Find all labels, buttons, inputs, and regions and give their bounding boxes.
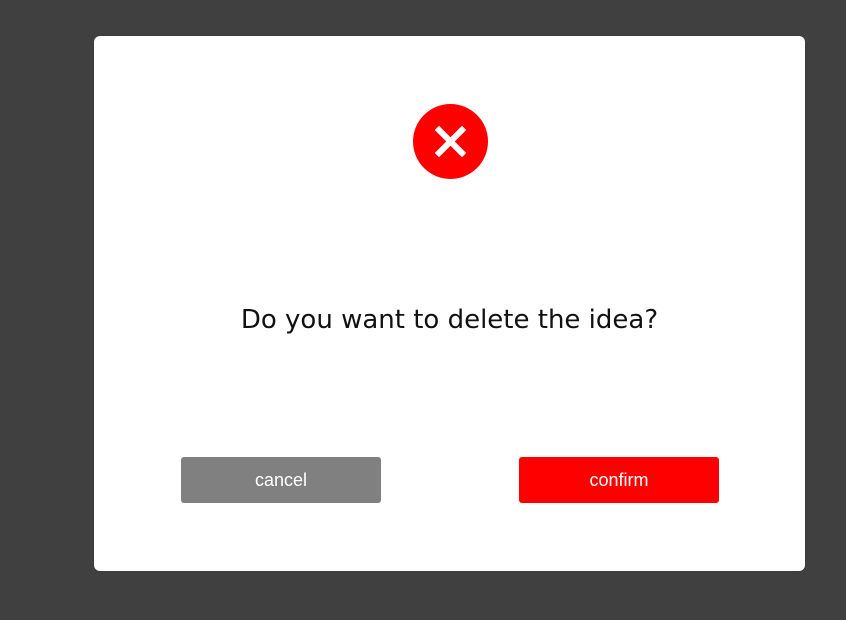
dialog-message: Do you want to delete the idea? bbox=[240, 305, 659, 335]
confirm-button[interactable]: confirm bbox=[519, 457, 719, 503]
delete-confirm-dialog: Do you want to delete the idea? cancel c… bbox=[94, 36, 805, 571]
cancel-button[interactable]: cancel bbox=[181, 457, 381, 503]
close-x-glyph bbox=[434, 125, 467, 158]
error-x-icon bbox=[413, 104, 488, 179]
